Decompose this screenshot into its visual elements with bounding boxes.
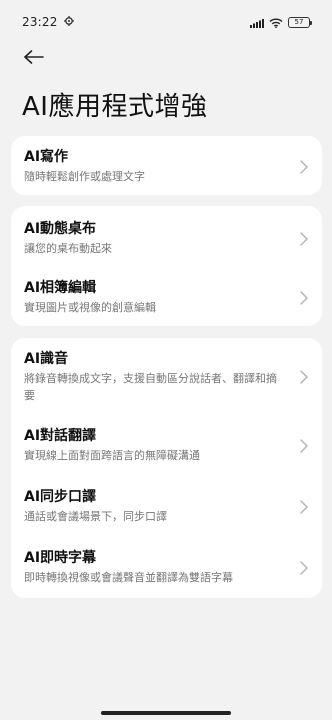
- page-title: AI應用程式增強: [22, 92, 208, 122]
- card-visual: AI動態桌布 讓您的桌布動起來 AI相簿編輯 實現圖片或視像的創意編輯: [11, 206, 322, 326]
- chevron-right-icon: [299, 290, 309, 305]
- list-item-ai-conversation-translation[interactable]: AI對話翻譯 實現線上面對面跨語言的無障礙溝通: [11, 414, 322, 476]
- status-bar: 23:22 57: [0, 0, 332, 44]
- list-item-ai-simultaneous-interpretation[interactable]: AI同步口譯 通話或會議場景下，同步口譯: [11, 476, 322, 536]
- item-title: AI相簿編輯: [24, 280, 97, 296]
- item-title: AI動態桌布: [24, 221, 97, 237]
- list-item-ai-writing[interactable]: AI寫作 隨時輕鬆創作或處理文字: [11, 136, 322, 195]
- chevron-right-icon: [299, 159, 309, 174]
- signal-icon: [250, 13, 264, 32]
- item-description: 通話或會議場景下，同步口譯: [24, 510, 167, 523]
- card-writing: AI寫作 隨時輕鬆創作或處理文字: [11, 136, 322, 195]
- item-description: 即時轉換視像或會議聲音並翻譯為雙語字幕: [24, 571, 233, 584]
- list-item-ai-speech-recognition[interactable]: AI識音 將錄音轉換成文字，支援自動區分說話者、翻譯和摘要: [11, 338, 322, 414]
- item-title: AI識音: [24, 350, 69, 367]
- item-description: 讓您的桌布動起來: [24, 242, 112, 255]
- battery-icon: 57: [288, 16, 312, 28]
- status-right: 57: [250, 13, 312, 32]
- item-title: AI對話翻譯: [24, 428, 97, 444]
- list-item-ai-album-edit[interactable]: AI相簿編輯 實現圖片或視像的創意編輯: [11, 268, 322, 326]
- back-button[interactable]: [14, 44, 54, 72]
- chevron-right-icon: [299, 499, 309, 514]
- chevron-right-icon: [299, 438, 309, 453]
- back-arrow-icon: [24, 49, 44, 68]
- item-description: 隨時輕鬆創作或處理文字: [24, 169, 145, 183]
- chevron-right-icon: [299, 231, 309, 246]
- item-description: 將錄音轉換成文字，支援自動區分說話者、翻譯和摘要: [24, 371, 277, 402]
- chevron-right-icon: [299, 369, 309, 384]
- item-title: AI即時字幕: [24, 550, 97, 566]
- card-voice-translation: AI識音 將錄音轉換成文字，支援自動區分說話者、翻譯和摘要 AI對話翻譯 實現線…: [11, 338, 322, 598]
- item-title: AI同步口譯: [24, 489, 97, 505]
- list-item-ai-live-captions[interactable]: AI即時字幕 即時轉換視像或會議聲音並翻譯為雙語字幕: [11, 536, 322, 598]
- wifi-icon: [269, 13, 283, 32]
- home-indicator[interactable]: [101, 711, 231, 715]
- item-description: 實現圖片或視像的創意編輯: [24, 301, 156, 314]
- status-time: 23:22: [22, 15, 58, 29]
- item-title: AI寫作: [24, 148, 69, 165]
- settings-gear-icon: [63, 15, 74, 29]
- list-item-ai-live-wallpaper[interactable]: AI動態桌布 讓您的桌布動起來: [11, 208, 322, 268]
- status-left: 23:22: [22, 15, 74, 29]
- chevron-right-icon: [299, 560, 309, 575]
- item-description: 實現線上面對面跨語言的無障礙溝通: [24, 449, 200, 462]
